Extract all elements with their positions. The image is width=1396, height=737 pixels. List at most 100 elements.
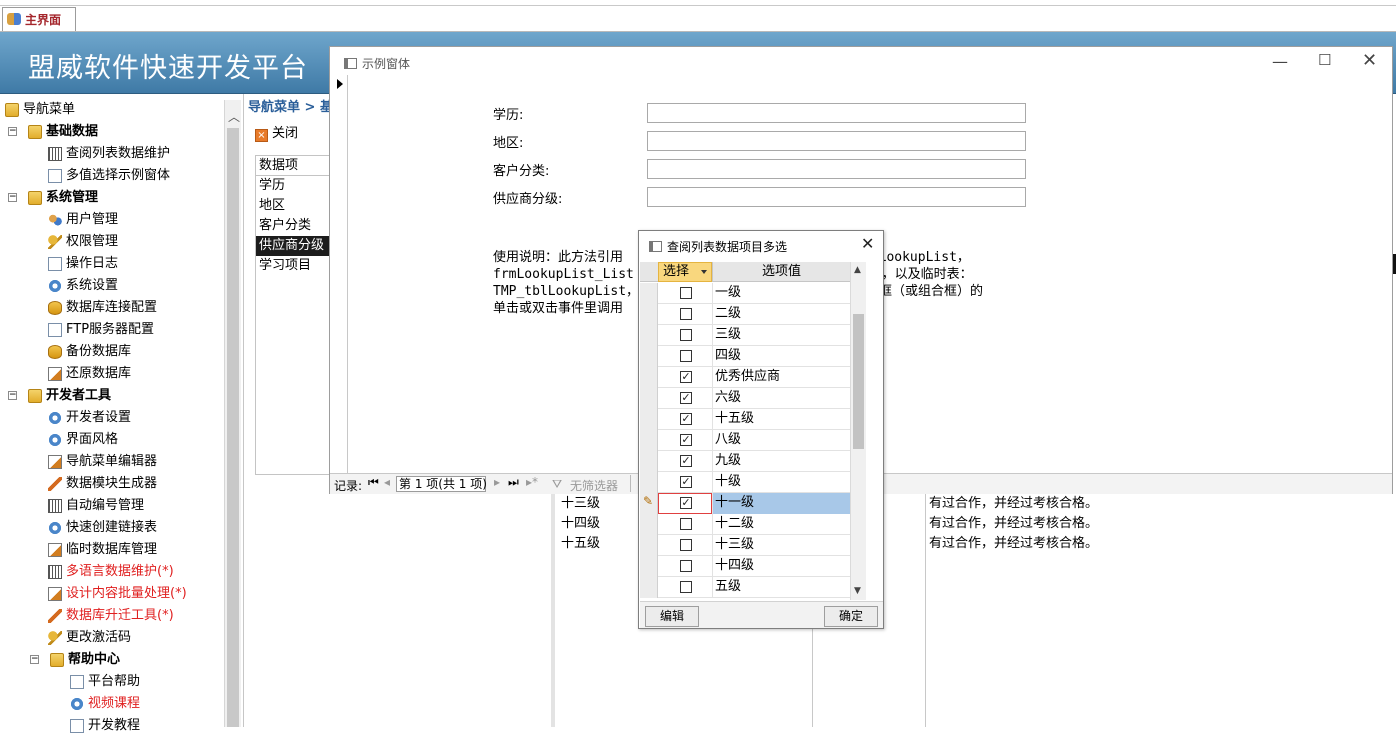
nav-item-2[interactable]: 多值选择示例窗体 — [48, 165, 170, 187]
row-selector[interactable] — [640, 325, 658, 346]
minimize-icon[interactable]: — — [1272, 52, 1288, 71]
option-value[interactable]: 十五级 — [712, 409, 850, 430]
row-selector[interactable] — [640, 304, 658, 325]
select-checkbox[interactable]: ✓ — [680, 392, 692, 404]
field-input[interactable] — [647, 103, 1026, 123]
nav-root[interactable]: 导航菜单 — [5, 99, 75, 121]
select-checkbox[interactable]: ✓ — [680, 497, 692, 509]
select-checkbox[interactable]: ✓ — [680, 413, 692, 425]
nav-item-23[interactable]: 更改激活码 — [48, 627, 131, 649]
edit-button[interactable]: 编辑 — [645, 606, 699, 627]
column-select-header[interactable]: 选择 — [658, 262, 712, 282]
no-filter-label[interactable]: 无筛选器 — [570, 477, 618, 494]
nav-item-12[interactable]: − 开发者工具 — [8, 385, 111, 407]
option-value[interactable]: 十级 — [712, 472, 850, 493]
collapse-icon[interactable]: − — [8, 391, 17, 400]
list-item[interactable]: 十二级 — [640, 514, 850, 535]
nav-item-16[interactable]: 数据模块生成器 — [48, 473, 157, 495]
nav-item-13[interactable]: 开发者设置 — [48, 407, 131, 429]
row-selector[interactable] — [640, 367, 658, 388]
scroll-up-icon[interactable]: ▲ — [854, 265, 861, 275]
row-selector[interactable] — [640, 535, 658, 556]
option-value[interactable]: 五级 — [712, 577, 850, 598]
splitter[interactable] — [551, 494, 555, 727]
first-record-icon[interactable]: ⏮ — [368, 475, 379, 490]
list-item[interactable]: 十三级 — [640, 535, 850, 556]
collapse-icon[interactable]: − — [8, 127, 17, 136]
select-checkbox[interactable] — [680, 518, 692, 530]
nav-item-6[interactable]: 操作日志 — [48, 253, 118, 275]
row-selector[interactable] — [640, 472, 658, 493]
list-item[interactable]: 二级 — [640, 304, 850, 325]
field-input[interactable] — [647, 159, 1026, 179]
row-selector[interactable] — [640, 388, 658, 409]
list-item[interactable]: 一级 — [640, 283, 850, 304]
nav-scrollbar[interactable]: ︿ — [224, 100, 241, 727]
list-item[interactable]: 四级 — [640, 346, 850, 367]
option-value[interactable]: 十一级 — [712, 493, 850, 514]
option-value[interactable]: 二级 — [712, 304, 850, 325]
select-checkbox[interactable]: ✓ — [680, 455, 692, 467]
list-item[interactable]: ✓ 十级 — [640, 472, 850, 493]
select-checkbox[interactable] — [680, 329, 692, 341]
nav-item-17[interactable]: 自动编号管理 — [48, 495, 144, 517]
collapse-icon[interactable]: − — [30, 655, 39, 664]
record-position-input[interactable]: 第 1 项(共 1 项) — [396, 476, 487, 492]
list-item[interactable]: 学习项目 — [256, 256, 329, 276]
nav-item-7[interactable]: 系统设置 — [48, 275, 118, 297]
row-selector[interactable] — [640, 346, 658, 367]
list-item[interactable]: 五级 — [640, 577, 850, 598]
option-value[interactable]: 八级 — [712, 430, 850, 451]
collapse-icon[interactable]: − — [8, 193, 17, 202]
option-value[interactable]: 六级 — [712, 388, 850, 409]
nav-item-4[interactable]: 用户管理 — [48, 209, 118, 231]
option-value[interactable]: 一级 — [712, 283, 850, 304]
filter-icon[interactable]: ⛛ — [552, 477, 562, 492]
nav-item-18[interactable]: 快速创建链接表 — [48, 517, 157, 539]
ok-button[interactable]: 确定 — [824, 606, 878, 627]
option-value[interactable]: 三级 — [712, 325, 850, 346]
list-item[interactable]: ✓ 优秀供应商 — [640, 367, 850, 388]
row-selector[interactable] — [640, 451, 658, 472]
option-value[interactable]: 九级 — [712, 451, 850, 472]
list-item[interactable]: ✓ 九级 — [640, 451, 850, 472]
select-checkbox[interactable] — [680, 350, 692, 362]
nav-item-1[interactable]: 查阅列表数据维护 — [48, 143, 170, 165]
scroll-thumb[interactable] — [227, 128, 239, 727]
option-value[interactable]: 十二级 — [712, 514, 850, 535]
list-item[interactable]: 地区 — [256, 196, 329, 216]
list-item[interactable]: ✓ 八级 — [640, 430, 850, 451]
nav-item-15[interactable]: 导航菜单编辑器 — [48, 451, 157, 473]
nav-item-22[interactable]: 数据库升迁工具(*) — [48, 605, 174, 627]
next-record-icon[interactable]: ▸ — [494, 475, 500, 489]
nav-item-27[interactable]: 开发教程 — [70, 715, 140, 737]
scroll-up-icon[interactable]: ︿ — [228, 108, 240, 125]
field-input[interactable] — [647, 131, 1026, 151]
select-checkbox[interactable] — [680, 560, 692, 572]
option-value[interactable]: 优秀供应商 — [712, 367, 850, 388]
list-item[interactable]: ✎ ✓ 十一级 — [640, 493, 850, 514]
row-selector[interactable] — [640, 409, 658, 430]
list-item[interactable]: 客户分类 — [256, 216, 329, 236]
option-value[interactable]: 四级 — [712, 346, 850, 367]
list-item[interactable]: 学历 — [256, 176, 329, 196]
row-selector[interactable] — [640, 514, 658, 535]
dialog-close-icon[interactable]: ✕ — [861, 234, 874, 253]
option-value[interactable]: 十三级 — [712, 535, 850, 556]
nav-item-25[interactable]: 平台帮助 — [70, 671, 140, 693]
nav-item-11[interactable]: 还原数据库 — [48, 363, 131, 385]
list-item[interactable]: 供应商分级 — [256, 236, 329, 256]
scroll-thumb[interactable] — [853, 314, 864, 449]
tab-main[interactable]: 主界面 — [2, 7, 76, 31]
last-record-icon[interactable]: ⏭ — [508, 475, 519, 490]
row-selector[interactable] — [640, 430, 658, 451]
row-selector[interactable] — [640, 283, 658, 304]
field-input[interactable] — [647, 187, 1026, 207]
nav-item-8[interactable]: 数据库连接配置 — [48, 297, 157, 319]
option-value[interactable]: 十四级 — [712, 556, 850, 577]
select-checkbox[interactable] — [680, 581, 692, 593]
nav-item-5[interactable]: 权限管理 — [48, 231, 118, 253]
list-item[interactable]: ✓ 六级 — [640, 388, 850, 409]
nav-item-3[interactable]: − 系统管理 — [8, 187, 98, 209]
close-window-icon[interactable]: ✕ — [1362, 50, 1377, 71]
